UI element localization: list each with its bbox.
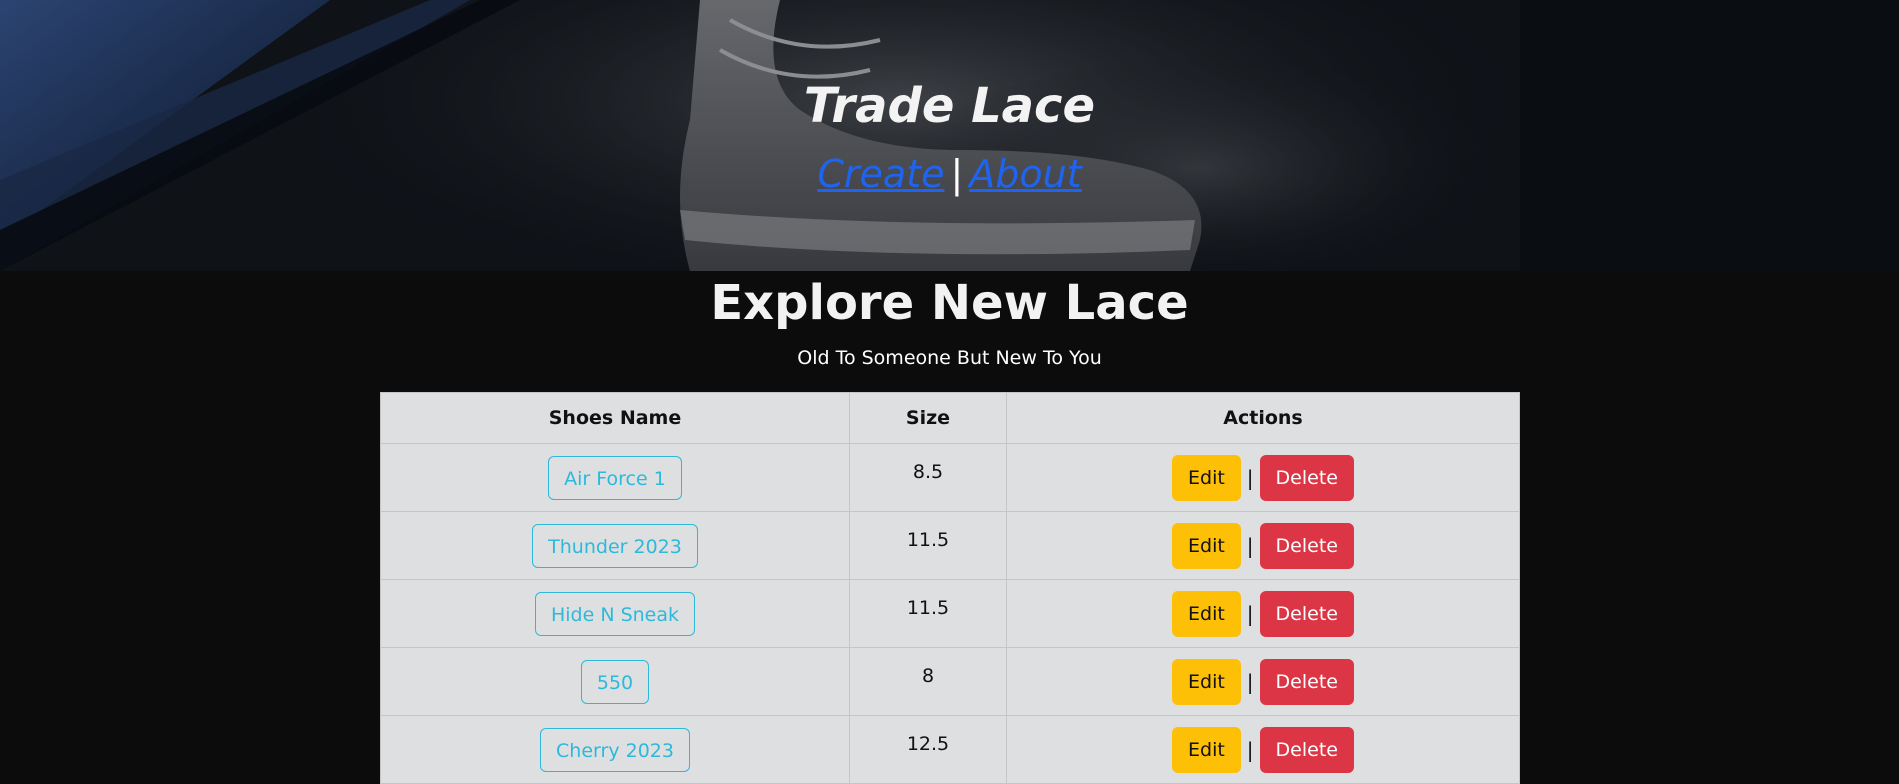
delete-button[interactable]: Delete <box>1259 454 1354 501</box>
action-separator: | <box>1246 465 1254 490</box>
shoe-name-cell: 550 <box>380 647 850 716</box>
shoe-name-button[interactable]: Air Force 1 <box>548 455 682 500</box>
page-subtitle: Old To Someone But New To You <box>797 347 1102 369</box>
table-row: 550 8 Edit | Delete <box>380 647 1520 716</box>
edit-button[interactable]: Edit <box>1172 590 1241 637</box>
shoe-name-cell: Air Force 1 <box>380 443 850 512</box>
hero-banner: Trade Lace Create | About <box>0 0 1899 271</box>
create-link[interactable]: Create <box>817 152 944 196</box>
column-header-actions: Actions <box>1006 392 1520 444</box>
shoes-table: Shoes Name Size Actions Air Force 1 8.5 … <box>380 392 1520 784</box>
shoe-name-button[interactable]: 550 <box>580 659 650 704</box>
about-link[interactable]: About <box>969 152 1081 196</box>
delete-button[interactable]: Delete <box>1259 590 1354 637</box>
edit-button[interactable]: Edit <box>1172 454 1241 501</box>
action-separator: | <box>1246 533 1254 558</box>
table-row: Thunder 2023 11.5 Edit | Delete <box>380 511 1520 580</box>
actions-cell: Edit | Delete <box>1006 579 1520 648</box>
shoe-size: 11.5 <box>849 579 1007 648</box>
nav-separator: | <box>950 152 964 196</box>
delete-button[interactable]: Delete <box>1259 658 1354 705</box>
column-header-name: Shoes Name <box>380 392 850 444</box>
table-row: Air Force 1 8.5 Edit | Delete <box>380 443 1520 512</box>
site-title: Trade Lace <box>803 78 1096 134</box>
page-title: Explore New Lace <box>710 275 1189 331</box>
header-nav: Create | About <box>0 148 1899 200</box>
action-separator: | <box>1246 601 1254 626</box>
edit-button[interactable]: Edit <box>1172 658 1241 705</box>
shoe-name-cell: Hide N Sneak <box>380 579 850 648</box>
delete-button[interactable]: Delete <box>1259 522 1354 569</box>
action-separator: | <box>1246 669 1254 694</box>
shoe-size: 8.5 <box>849 443 1007 512</box>
actions-cell: Edit | Delete <box>1006 647 1520 716</box>
table-header-row: Shoes Name Size Actions <box>380 392 1520 444</box>
shoe-name-button[interactable]: Thunder 2023 <box>532 523 698 568</box>
shoe-name-button[interactable]: Hide N Sneak <box>534 591 696 636</box>
table-row: Hide N Sneak 11.5 Edit | Delete <box>380 579 1520 648</box>
edit-button[interactable]: Edit <box>1172 522 1241 569</box>
shoe-size: 8 <box>849 647 1007 716</box>
shoe-name-cell: Thunder 2023 <box>380 511 850 580</box>
actions-cell: Edit | Delete <box>1006 443 1520 512</box>
column-header-size: Size <box>849 392 1007 444</box>
actions-cell: Edit | Delete <box>1006 511 1520 580</box>
shoe-size: 11.5 <box>849 511 1007 580</box>
